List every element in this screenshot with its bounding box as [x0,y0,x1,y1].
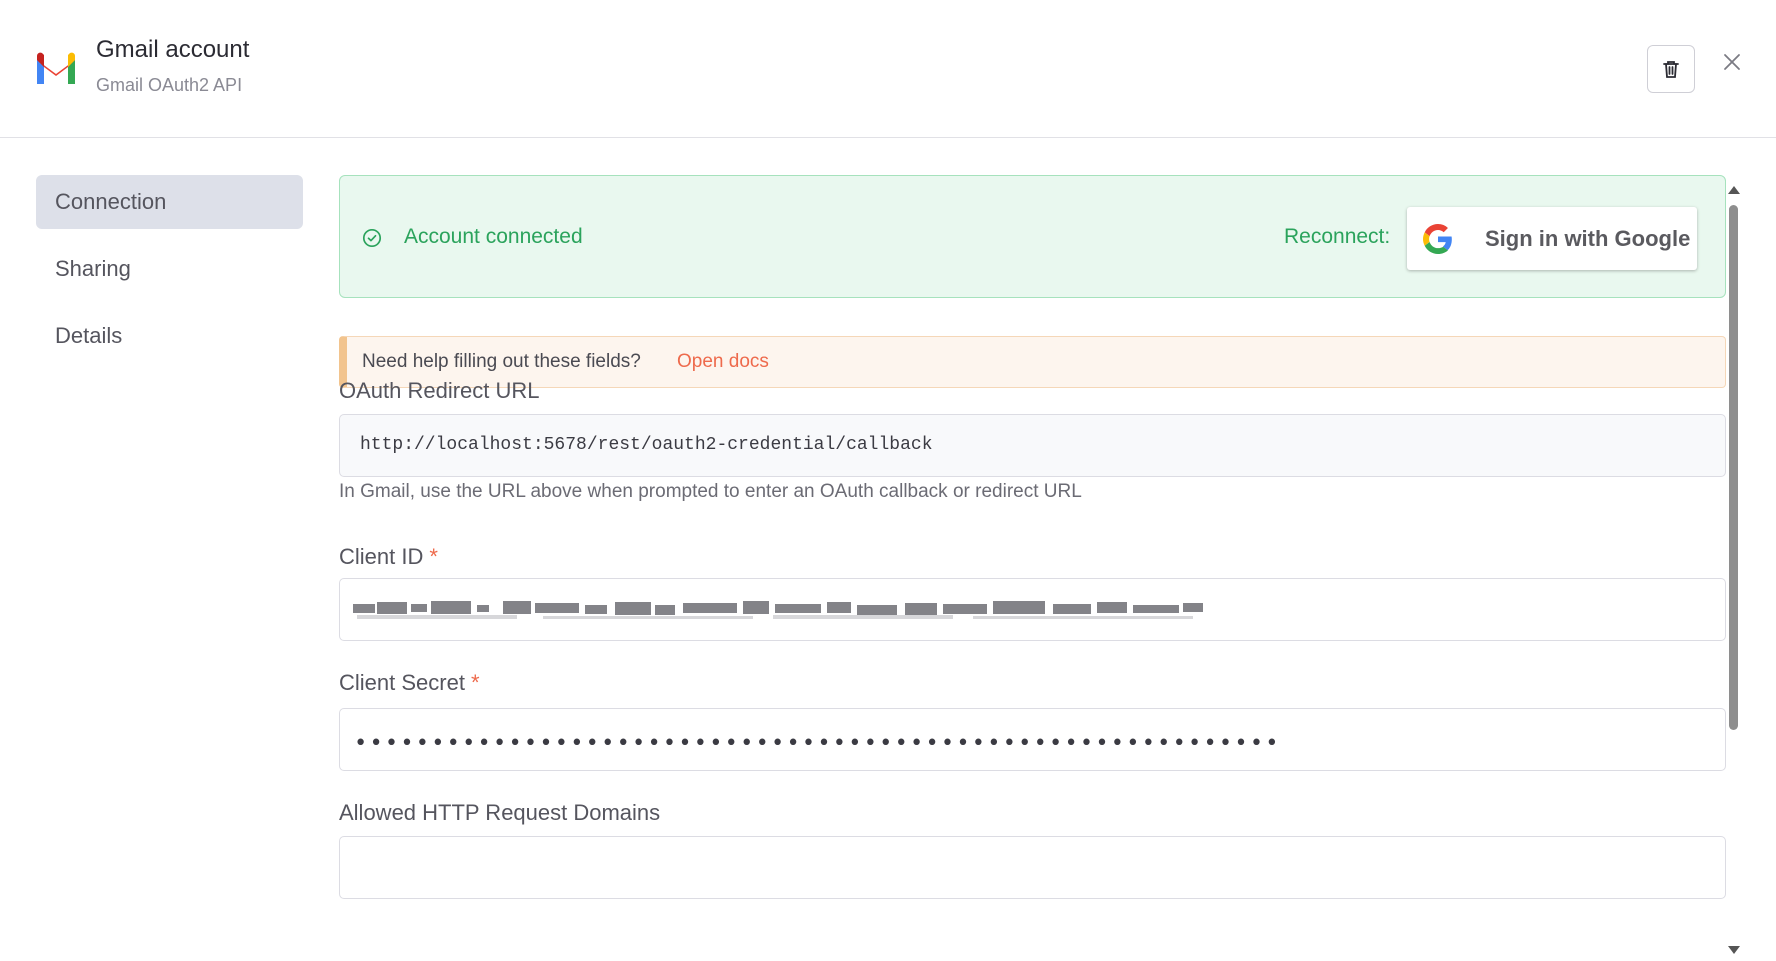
sidebar-item-connection[interactable]: Connection [36,175,303,229]
redirect-url-hint: In Gmail, use the URL above when prompte… [339,481,1082,502]
trash-icon [1663,61,1679,78]
allowed-domains-input[interactable] [339,836,1726,899]
check-circle-icon [362,228,382,248]
client-secret-label: Client Secret * [339,670,480,695]
delete-button[interactable] [1647,45,1695,93]
sidebar-nav: Connection Sharing Details [36,175,303,376]
client-id-input[interactable] [339,578,1726,641]
redirect-url-value: http://localhost:5678/rest/oauth2-creden… [360,435,933,455]
sidebar-item-label: Connection [55,189,167,214]
connection-status-text: Account connected [404,225,583,248]
redacted-client-id [353,601,1203,619]
credential-title: Gmail account [96,36,250,63]
sidebar-item-details[interactable]: Details [36,309,303,363]
modal-header: Gmail account Gmail OAuth2 API [0,0,1776,138]
connected-banner: Account connected Reconnect: Sign in wit… [339,175,1726,298]
help-text: Need help filling out these fields? [362,351,641,372]
google-button-label: Sign in with Google [1485,226,1691,251]
credential-type: Gmail OAuth2 API [96,75,243,95]
sidebar-item-label: Details [55,323,123,348]
sidebar-item-sharing[interactable]: Sharing [36,242,303,296]
close-icon [1724,54,1740,70]
scroll-down-arrow-icon[interactable] [1728,946,1740,954]
google-g-icon [1423,224,1452,254]
redirect-url-field[interactable]: http://localhost:5678/rest/oauth2-creden… [339,414,1726,477]
open-docs-link[interactable]: Open docs [677,351,769,373]
client-secret-input[interactable]: ••••••••••••••••••••••••••••••••••••••••… [339,708,1726,771]
scrollbar-thumb[interactable] [1729,205,1738,730]
client-secret-masked-value: ••••••••••••••••••••••••••••••••••••••••… [354,731,1281,756]
close-button[interactable] [1718,48,1746,76]
redirect-url-label: OAuth Redirect URL [339,378,540,403]
client-id-label: Client ID * [339,544,438,569]
scroll-up-arrow-icon[interactable] [1728,186,1740,194]
reconnect-label: Reconnect: [1284,225,1391,248]
required-mark: * [429,544,438,569]
help-banner: Need help filling out these fields? Open… [339,336,1726,388]
allowed-domains-label: Allowed HTTP Request Domains [339,800,661,825]
connection-panel: Account connected Reconnect: Sign in wit… [339,175,1726,961]
gmail-logo-icon [37,52,75,84]
required-mark: * [470,670,480,695]
sign-in-with-google-button[interactable]: Sign in with Google [1407,207,1697,270]
sidebar-item-label: Sharing [55,256,131,281]
